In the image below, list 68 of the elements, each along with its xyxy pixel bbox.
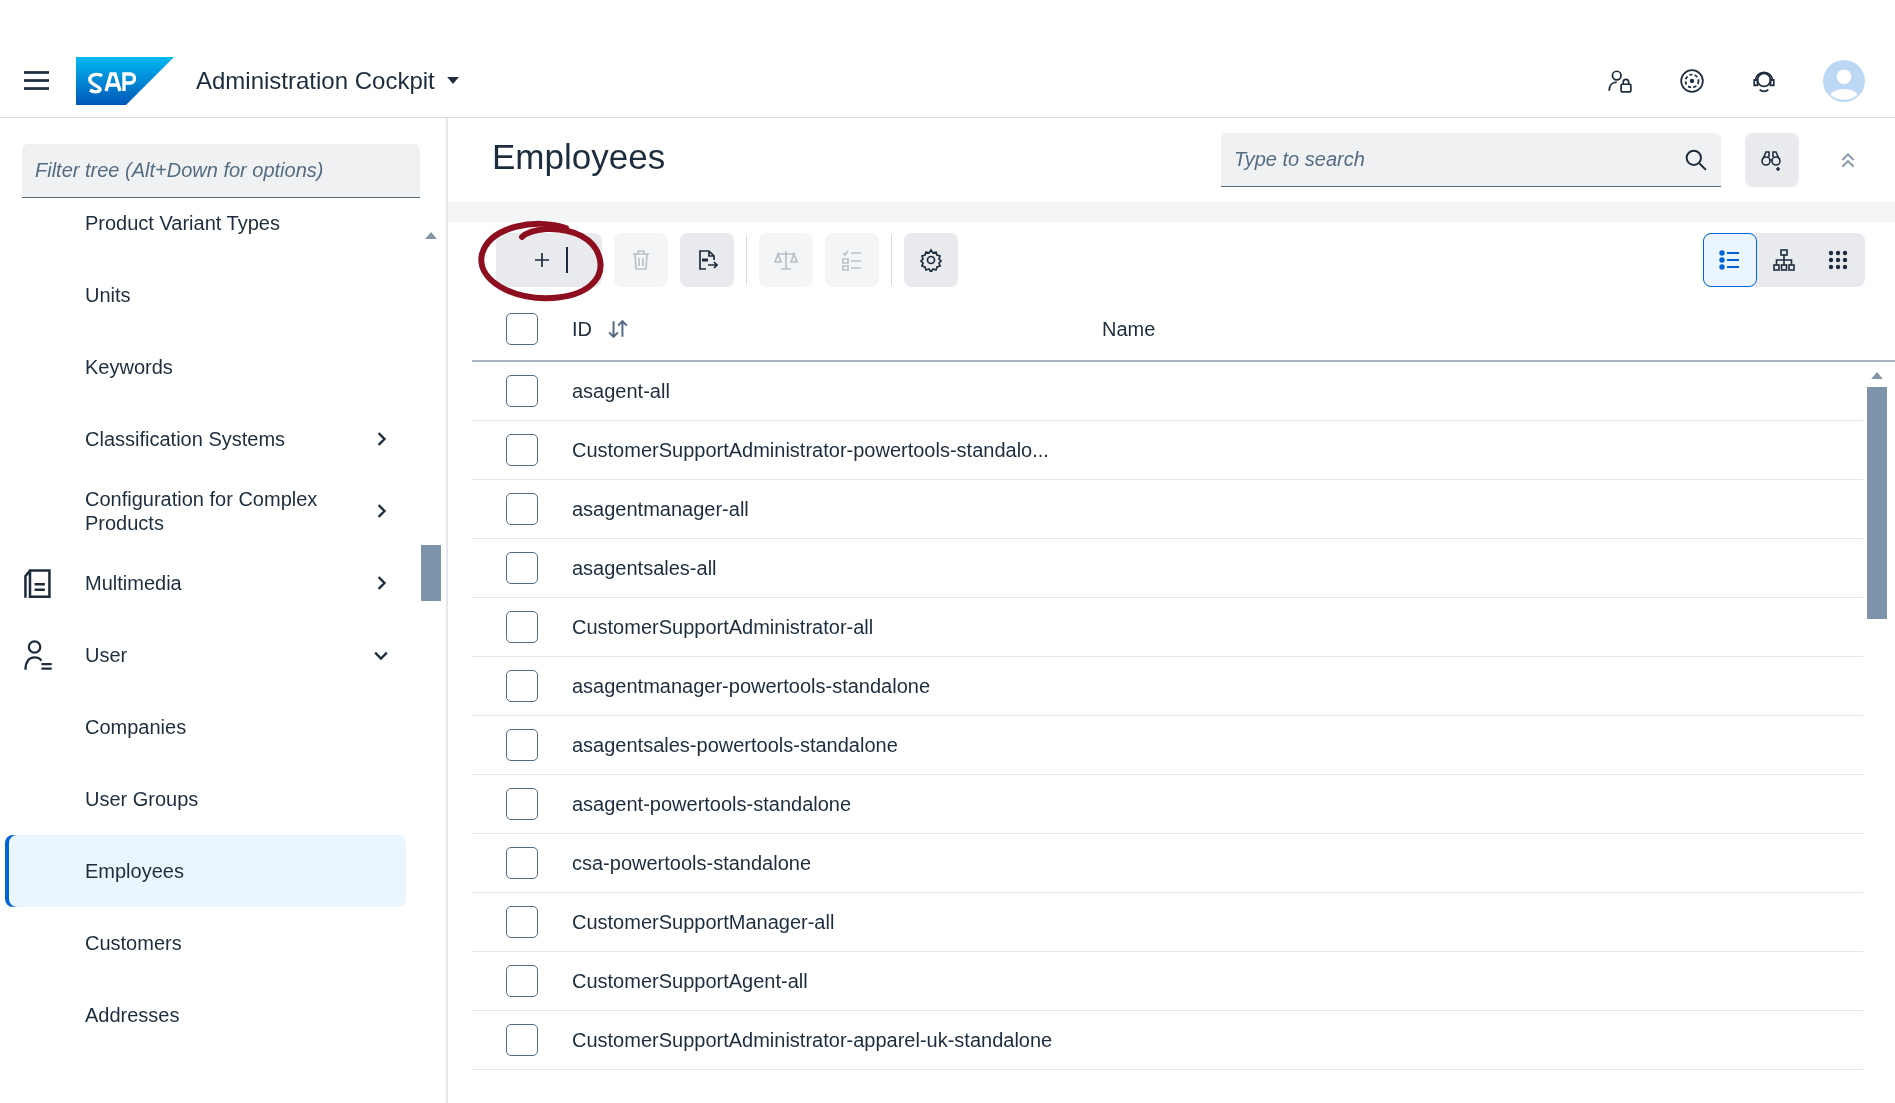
list-view-button[interactable] [1703, 233, 1757, 287]
tree-item[interactable]: Classification Systems [5, 403, 406, 475]
tree-item[interactable]: Customers [5, 907, 406, 979]
tree-item[interactable]: User [5, 619, 406, 691]
tree-item[interactable]: Employees [5, 835, 406, 907]
settings-button[interactable] [904, 233, 958, 287]
app-title-menu[interactable]: Administration Cockpit [196, 62, 459, 99]
table-cell: CustomerSupportAdministrator-apparel-uk-standalone [572, 1028, 1053, 1052]
user-lock-icon[interactable] [1607, 67, 1633, 94]
collapse-icon[interactable] [1839, 151, 1857, 169]
row-checkbox[interactable] [506, 611, 538, 643]
row-checkbox[interactable] [506, 729, 538, 761]
tree-icon [1772, 248, 1796, 272]
scrollbar-thumb[interactable] [1867, 387, 1887, 619]
scroll-up-icon[interactable] [425, 232, 437, 239]
tree-item[interactable]: Keywords [5, 331, 406, 403]
scroll-up-icon[interactable] [1871, 372, 1883, 379]
row-checkbox[interactable] [506, 552, 538, 584]
table-cell: CustomerSupportAdministrator-all [572, 615, 874, 639]
settings-icon [919, 248, 943, 272]
row-checkbox[interactable] [506, 847, 538, 879]
tree-item[interactable]: Multimedia [5, 547, 406, 619]
target-icon[interactable] [1679, 67, 1705, 94]
row-checkbox[interactable] [506, 434, 538, 466]
table-cell: asagent-powertools-standalone [572, 792, 852, 816]
table-cell: asagentmanager-all [572, 497, 749, 521]
table-cell: asagentsales-powertools-standalone [572, 733, 898, 757]
table-cell: CustomerSupportAdministrator-powertools-standalo... [572, 438, 1049, 462]
table-cell: CustomerSupportAgent-all [572, 969, 808, 993]
page-title: Employees [492, 137, 666, 177]
table-cell: asagentmanager-powertools-standalone [572, 674, 930, 698]
row-checkbox[interactable] [506, 670, 538, 702]
tree-item[interactable]: User Groups [5, 763, 406, 835]
row-checkbox[interactable] [506, 1024, 538, 1056]
tree-item[interactable]: Companies [5, 691, 406, 763]
menu-icon[interactable] [24, 71, 49, 90]
row-checkbox[interactable] [506, 906, 538, 938]
user-icon [23, 639, 53, 671]
row-checkbox[interactable] [506, 375, 538, 407]
tree-item[interactable]: Addresses [5, 979, 406, 1051]
sort-icon[interactable] [608, 319, 628, 339]
column-header[interactable]: Name [1102, 317, 1156, 341]
add-button[interactable] [496, 233, 602, 287]
table-cell: asagent-all [572, 379, 670, 403]
grid-icon [1826, 248, 1850, 272]
row-checkbox[interactable] [506, 965, 538, 997]
table-cell: csa-powertools-standalone [572, 851, 812, 875]
table-cell: asagentsales-all [572, 556, 717, 580]
scrollbar-thumb[interactable] [421, 545, 441, 601]
row-checkbox[interactable] [506, 788, 538, 820]
tree-item[interactable]: Configuration for Complex Products [5, 475, 406, 547]
binoculars-icon [1760, 148, 1784, 172]
table-cell: CustomerSupportManager-all [572, 910, 835, 934]
tree-item[interactable]: Units [5, 259, 406, 331]
column-header[interactable]: ID [572, 317, 592, 341]
export-button[interactable] [680, 233, 734, 287]
search-field[interactable]: Type to search [1221, 133, 1721, 187]
filter-field[interactable]: Filter tree (Alt+Down for options) [22, 144, 420, 198]
list-icon [1718, 248, 1742, 272]
logo-icon [76, 56, 174, 105]
compare-icon [774, 248, 798, 272]
select-all-checkbox[interactable] [506, 313, 538, 345]
row-checkbox[interactable] [506, 493, 538, 525]
caret-icon [446, 77, 459, 84]
advanced-search-button[interactable] [1745, 133, 1799, 187]
search-icon[interactable] [1685, 149, 1707, 171]
checklist-icon [840, 248, 864, 272]
document-icon [23, 567, 53, 599]
